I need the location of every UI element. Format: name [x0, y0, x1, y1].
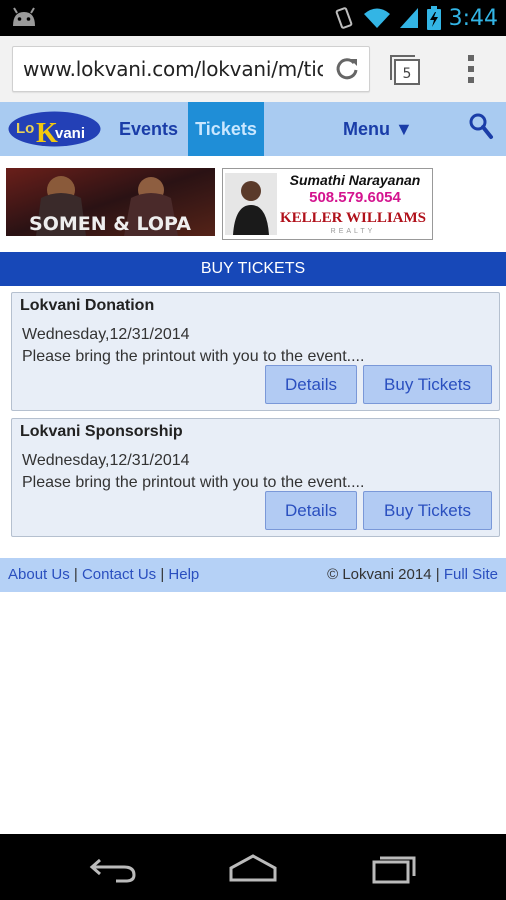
details-button[interactable]: Details [265, 365, 357, 404]
buy-tickets-button[interactable]: Buy Tickets [363, 491, 492, 530]
full-site-link[interactable]: Full Site [444, 566, 498, 583]
ad-banner-keller-williams[interactable]: Sumathi Narayanan 508.579.6054 KELLER WI… [222, 168, 433, 240]
footer-separator: | [73, 566, 78, 583]
nav-tickets[interactable]: Tickets [188, 102, 264, 156]
nav-menu[interactable]: Menu ▼ [343, 102, 413, 156]
event-description: Please bring the printout with you to th… [22, 348, 365, 365]
overflow-menu-icon[interactable] [464, 52, 478, 86]
event-date: Wednesday,12/31/2014 [22, 452, 190, 469]
tab-count: 5 [403, 66, 412, 82]
ad1-text: SOMEN & LOPA [29, 213, 191, 235]
event-date: Wednesday,12/31/2014 [22, 326, 190, 343]
system-nav-bar [0, 834, 506, 900]
buy-tickets-button[interactable]: Buy Tickets [363, 365, 492, 404]
event-description: Please bring the printout with you to th… [22, 474, 365, 491]
recents-icon[interactable] [366, 848, 422, 886]
section-title: BUY TICKETS [0, 252, 506, 286]
footer-separator: | [160, 566, 165, 583]
event-card: Lokvani Donation Wednesday,12/31/2014 Pl… [11, 292, 500, 411]
footer-separator: | [435, 566, 440, 583]
site-footer: About Us | Contact Us | Help © Lokvani 2… [0, 558, 506, 592]
ad2-phone: 508.579.6054 [309, 189, 401, 206]
wifi-icon [363, 8, 390, 28]
ad2-company: KELLER WILLIAMS [280, 210, 426, 226]
ad-realtor: Sumathi Narayanan 508.579.6054 KELLER WI… [223, 169, 432, 239]
ad-banner-somen-lopa[interactable]: SOMEN & LOPA [6, 168, 215, 236]
search-icon[interactable] [468, 112, 494, 140]
tabs-icon[interactable]: 5 [388, 52, 422, 86]
ad-photo-somen-lopa: SOMEN & LOPA [6, 168, 215, 236]
ad2-name: Sumathi Narayanan [290, 172, 421, 188]
status-bar: 3:44 [0, 0, 506, 36]
lokvani-logo[interactable]: Lo K vani [8, 111, 101, 147]
browser-toolbar: www.lokvani.com/lokvani/m/tic 5 [0, 36, 506, 103]
event-card: Lokvani Sponsorship Wednesday,12/31/2014… [11, 418, 500, 537]
help-link[interactable]: Help [168, 566, 199, 583]
battery-icon [426, 6, 441, 30]
contact-link[interactable]: Contact Us [82, 566, 156, 583]
footer-links-right: © Lokvani 2014 | Full Site [327, 558, 498, 592]
about-link[interactable]: About Us [8, 566, 70, 583]
ad-area: SOMEN & LOPA Sumathi Narayanan 508.579.6… [0, 156, 506, 252]
nav-events[interactable]: Events [119, 102, 178, 156]
logo-part-1: Lo [16, 120, 34, 137]
signal-icon [399, 8, 418, 28]
event-title: Lokvani Sponsorship [20, 423, 183, 440]
android-icon [13, 7, 35, 26]
ad2-sub: REALTY [331, 228, 376, 235]
copyright-text: © Lokvani 2014 [327, 566, 432, 583]
back-icon[interactable] [86, 848, 142, 886]
event-title: Lokvani Donation [20, 297, 155, 314]
home-icon[interactable] [225, 848, 281, 886]
status-time: 3:44 [448, 5, 498, 31]
reload-icon[interactable] [333, 55, 361, 83]
logo-part-3: vani [55, 125, 85, 142]
footer-links-left: About Us | Contact Us | Help [8, 558, 199, 592]
vibrate-icon [335, 7, 352, 29]
url-text[interactable]: www.lokvani.com/lokvani/m/tic [23, 57, 323, 81]
details-button[interactable]: Details [265, 491, 357, 530]
site-navbar: Lo K vani Events Tickets Menu ▼ [0, 102, 506, 158]
url-field[interactable]: www.lokvani.com/lokvani/m/tic [12, 46, 370, 92]
